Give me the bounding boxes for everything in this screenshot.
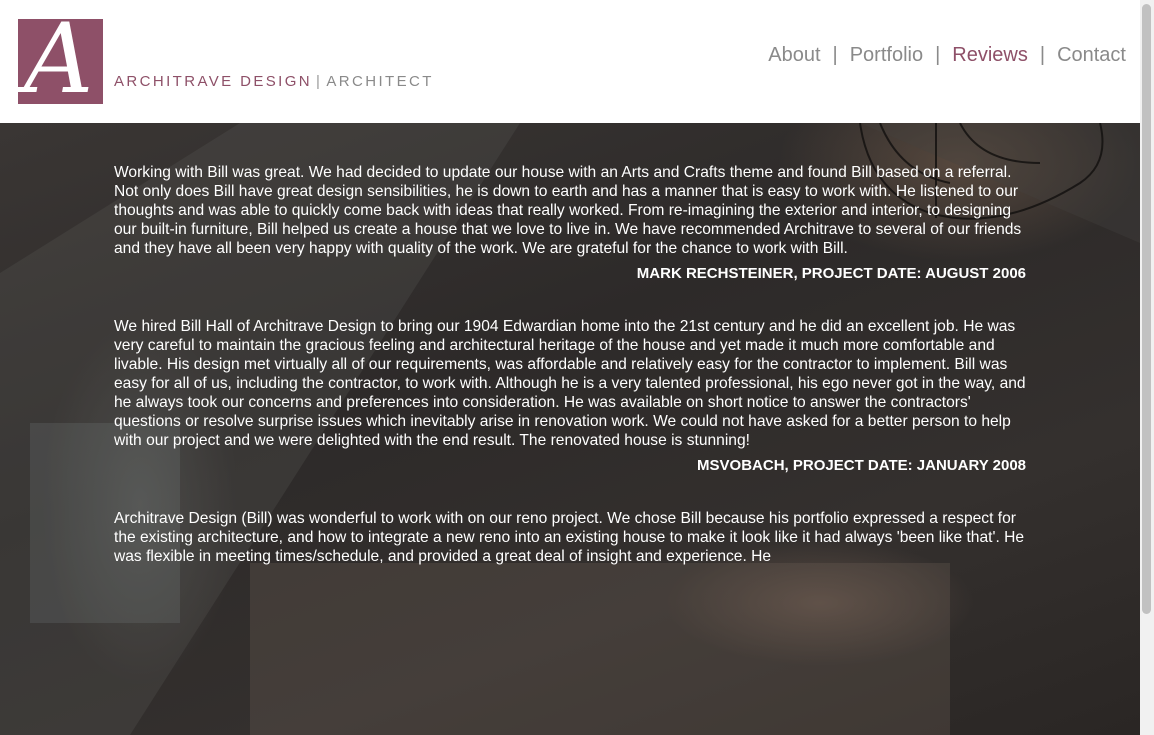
review-text: Working with Bill was great. We had deci… <box>114 164 1022 257</box>
logo[interactable]: A <box>18 19 103 104</box>
brand-separator: | <box>316 73 323 90</box>
review-author: MSVOBACH, PROJECT DATE: JANUARY 2008 <box>697 457 1026 474</box>
review-item: Working with Bill was great. We had deci… <box>114 163 1026 283</box>
nav-contact[interactable]: Contact <box>1057 44 1126 66</box>
logo-letter: A <box>24 19 94 104</box>
review-author: MARK RECHSTEINER, PROJECT DATE: AUGUST 2… <box>636 265 1026 282</box>
nav-reviews[interactable]: Reviews <box>952 44 1028 66</box>
reviews-list: Working with Bill was great. We had deci… <box>114 163 1026 600</box>
site-header: A ARCHITRAVE DESIGN | ARCHITECT About | Port… <box>0 0 1140 123</box>
review-item: We hired Bill Hall of Architrave Design … <box>114 317 1026 475</box>
review-item: Architrave Design (Bill) was wonderful t… <box>114 509 1026 566</box>
brand-subtitle: ARCHITECT <box>326 73 434 90</box>
review-text: Architrave Design (Bill) was wonderful t… <box>114 510 1025 565</box>
review-text: We hired Bill Hall of Architrave Design … <box>114 318 1026 449</box>
brand-wordmark[interactable]: ARCHITRAVE DESIGN | ARCHITECT <box>114 73 434 90</box>
nav-separator: | <box>832 44 838 66</box>
scrollbar-thumb[interactable] <box>1142 4 1151 614</box>
nav-about[interactable]: About <box>768 44 820 66</box>
nav-separator: | <box>935 44 941 66</box>
brand-name: ARCHITRAVE DESIGN <box>114 73 313 90</box>
nav-portfolio[interactable]: Portfolio <box>850 44 923 66</box>
main-nav: About | Portfolio | Reviews | Contact <box>768 44 1126 67</box>
nav-separator: | <box>1039 44 1046 66</box>
